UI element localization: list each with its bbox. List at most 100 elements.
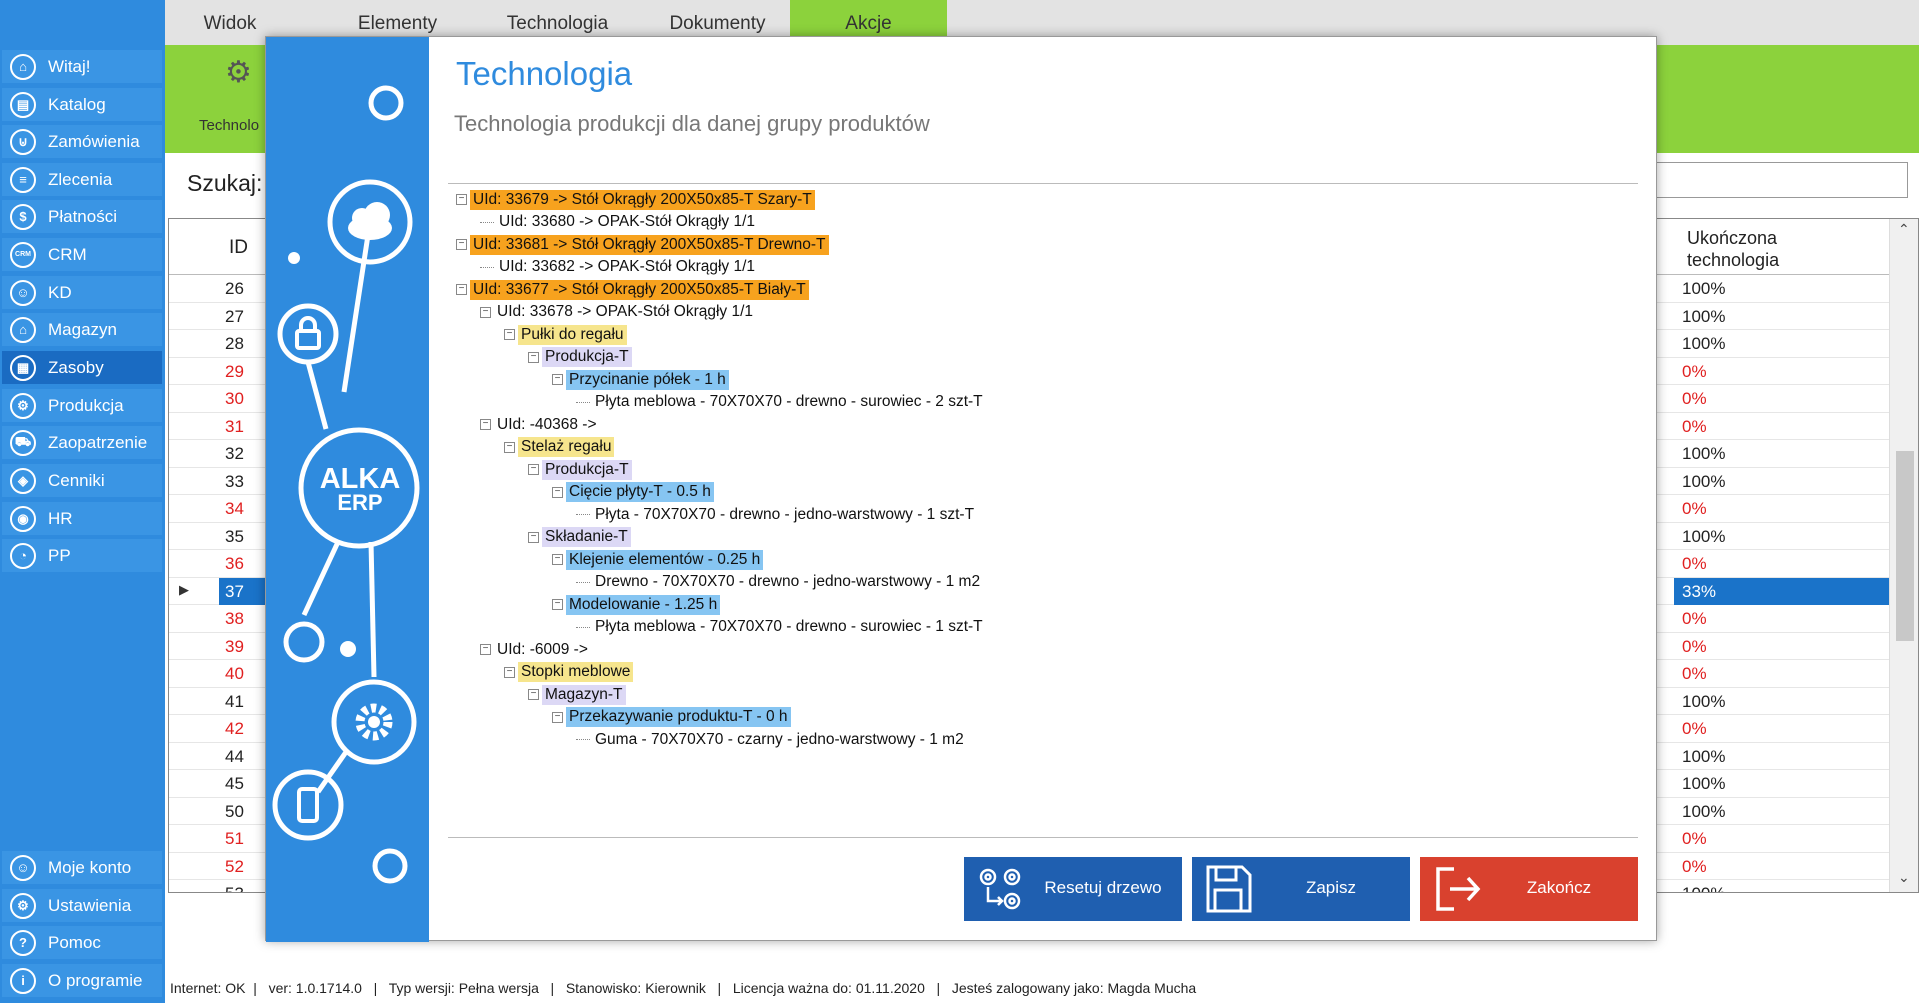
tree-node[interactable]: − Cięcie płyty-T - 0.5 h bbox=[552, 482, 714, 503]
scroll-down-icon[interactable]: ⌄ bbox=[1898, 869, 1910, 886]
grid-scrollbar[interactable]: ⌃ ⌄ bbox=[1889, 219, 1918, 892]
column-header-completed[interactable]: Ukończona technologia bbox=[1687, 227, 1847, 271]
sidebar-item-pomoc[interactable]: ? Pomoc bbox=[2, 926, 162, 959]
cell-id: 53 bbox=[225, 884, 244, 892]
list-icon: ≡ bbox=[10, 166, 36, 193]
collapse-icon[interactable]: − bbox=[528, 464, 539, 475]
tree-node[interactable]: − UId: 33681 -> Stół Okrągły 200X50x85-T … bbox=[456, 234, 829, 255]
reset-tree-button[interactable]: Resetuj drzewo bbox=[964, 857, 1182, 921]
tree-node[interactable]: − Modelowanie - 1.25 h bbox=[552, 594, 721, 615]
collapse-icon[interactable]: − bbox=[480, 644, 491, 655]
technology-tree[interactable]: − UId: 33679 -> Stół Okrągły 200X50x85-T … bbox=[456, 189, 1636, 829]
collapse-icon[interactable]: − bbox=[504, 666, 515, 678]
collapse-icon[interactable]: − bbox=[480, 306, 491, 318]
collapse-icon[interactable]: − bbox=[552, 374, 563, 385]
tree-node[interactable]: − Stelaż regału bbox=[504, 437, 615, 458]
collapse-icon[interactable]: − bbox=[528, 689, 539, 700]
sidebar-item-katalog[interactable]: ▤ Katalog bbox=[2, 88, 162, 121]
sidebar-item-witaj[interactable]: ⌂ Witaj! bbox=[2, 50, 162, 83]
sidebar-item-o-programie[interactable]: i O programie bbox=[2, 964, 162, 997]
close-button[interactable]: Zakończ bbox=[1420, 857, 1638, 921]
sidebar-item-zlecenia[interactable]: ≡ Zlecenia bbox=[2, 163, 162, 196]
tree-node[interactable]: − UId: -6009 -> bbox=[480, 639, 591, 660]
collapse-icon[interactable]: − bbox=[552, 599, 563, 610]
scroll-thumb[interactable] bbox=[1896, 451, 1914, 641]
tree-node[interactable]: − Produkcja-T bbox=[528, 459, 632, 480]
scroll-up-icon[interactable]: ⌃ bbox=[1898, 221, 1910, 238]
tree-node[interactable]: − Pułki do regału bbox=[504, 324, 627, 345]
tree-node-label: UId: -6009 -> bbox=[497, 640, 588, 658]
logo-text-alka: ALKA bbox=[319, 463, 401, 495]
tree-node[interactable]: − UId: 33678 -> OPAK-Stół Okrągły 1/1 bbox=[480, 302, 756, 323]
tree-node[interactable]: − Przycinanie półek - 1 h bbox=[552, 369, 729, 390]
chart-icon: ◔ bbox=[10, 542, 36, 569]
truck-icon: ⛟ bbox=[10, 429, 36, 456]
column-header-id[interactable]: ID bbox=[229, 237, 248, 259]
tree-node-label: Przekazywanie produktu-T - 0 h bbox=[566, 707, 791, 727]
cell-completed: 0% bbox=[1682, 829, 1707, 848]
save-button[interactable]: Zapisz bbox=[1192, 857, 1410, 921]
tree-node[interactable]: UId: 33682 -> OPAK-Stół Okrągły 1/1 bbox=[480, 257, 758, 278]
collapse-icon[interactable]: − bbox=[528, 531, 539, 543]
tree-node[interactable]: − Magazyn-T bbox=[528, 684, 626, 705]
tag-icon: ◈ bbox=[10, 467, 36, 494]
collapse-icon[interactable]: − bbox=[528, 351, 539, 363]
sidebar-item-ustawienia[interactable]: ⚙ Ustawienia bbox=[2, 889, 162, 922]
tree-node[interactable]: − UId: 33677 -> Stół Okrągły 200X50x85-T … bbox=[456, 279, 809, 300]
tree-node[interactable]: Drewno - 70X70X70 - drewno - jedno-warst… bbox=[576, 572, 983, 593]
collapse-icon[interactable]: − bbox=[480, 419, 491, 430]
tree-node[interactable]: Płyta meblowa - 70X70X70 - drewno - suro… bbox=[576, 392, 986, 413]
cell-completed: 0% bbox=[1682, 389, 1707, 408]
tree-node[interactable]: − UId: 33679 -> Stół Okrągły 200X50x85-T … bbox=[456, 189, 815, 210]
collapse-icon[interactable]: − bbox=[504, 441, 515, 453]
tree-node[interactable]: − Przekazywanie produktu-T - 0 h bbox=[552, 707, 791, 728]
sidebar-item-zasoby[interactable]: ▦ Zasoby bbox=[2, 351, 162, 384]
save-label: Zapisz bbox=[1305, 878, 1357, 897]
tree-connector bbox=[480, 221, 494, 223]
tree-node[interactable]: Płyta - 70X70X70 - drewno - jedno-warstw… bbox=[576, 504, 977, 525]
gears-icon[interactable]: ⚙ bbox=[225, 55, 252, 90]
cell-id: 33 bbox=[225, 471, 244, 491]
sidebar-item-moje-konto[interactable]: ☺ Moje konto bbox=[2, 851, 162, 884]
sidebar-item-label: Zlecenia bbox=[48, 169, 113, 189]
dollar-icon: $ bbox=[10, 203, 36, 230]
sidebar-item-crm[interactable]: CRM CRM bbox=[2, 238, 162, 271]
search-label: Szukaj: bbox=[187, 170, 263, 196]
sidebar-item-zamówienia[interactable]: ⊍ Zamówienia bbox=[2, 125, 162, 158]
tree-node[interactable]: − Stopki meblowe bbox=[504, 662, 634, 683]
cell-id: 51 bbox=[225, 829, 244, 848]
collapse-icon[interactable]: − bbox=[456, 194, 467, 205]
tree-node[interactable]: − Produkcja-T bbox=[528, 347, 632, 368]
search-input[interactable] bbox=[1630, 162, 1908, 198]
tree-node[interactable]: Guma - 70X70X70 - czarny - jedno-warstwo… bbox=[576, 729, 967, 750]
collapse-icon[interactable]: − bbox=[456, 239, 467, 250]
home-icon: ⌂ bbox=[10, 53, 36, 80]
sidebar-item-płatności[interactable]: $ Płatności bbox=[2, 200, 162, 233]
cell-completed: 100% bbox=[1682, 884, 1725, 892]
collapse-icon[interactable]: − bbox=[552, 554, 563, 565]
sidebar-item-kd[interactable]: ☺ KD bbox=[2, 276, 162, 309]
collapse-icon[interactable]: − bbox=[456, 284, 467, 295]
collapse-icon[interactable]: − bbox=[552, 711, 563, 723]
sidebar: ⌂ Witaj! ▤ Katalog ⊍ Zamówienia ≡ Zlecenia $ Płat… bbox=[0, 0, 165, 1003]
tree-node[interactable]: − UId: -40368 -> bbox=[480, 414, 600, 435]
sidebar-item-produkcja[interactable]: ⚙ Produkcja bbox=[2, 389, 162, 422]
tree-node[interactable]: − Składanie-T bbox=[528, 527, 631, 548]
tree-node[interactable]: UId: 33680 -> OPAK-Stół Okrągły 1/1 bbox=[480, 212, 758, 233]
sidebar-item-cenniki[interactable]: ◈ Cenniki bbox=[2, 464, 162, 497]
cell-completed: 0% bbox=[1682, 856, 1707, 876]
sidebar-item-pp[interactable]: ◔ PP bbox=[2, 539, 162, 572]
cell-completed: 100% bbox=[1682, 691, 1726, 711]
sidebar-item-hr[interactable]: ◉ HR bbox=[2, 502, 162, 535]
tree-connector bbox=[576, 626, 590, 628]
cell-completed: 100% bbox=[1682, 526, 1726, 546]
collapse-icon[interactable]: − bbox=[504, 329, 515, 340]
sidebar-item-zaopatrzenie[interactable]: ⛟ Zaopatrzenie bbox=[2, 426, 162, 459]
tree-node[interactable]: − Klejenie elementów - 0.25 h bbox=[552, 549, 764, 570]
dialog-decor-panel: ALKA ERP bbox=[266, 37, 429, 942]
ribbon-technologia-label[interactable]: Technolo bbox=[199, 117, 259, 134]
sidebar-item-magazyn[interactable]: ⌂ Magazyn bbox=[2, 313, 162, 346]
cell-id: 26 bbox=[225, 279, 244, 298]
tree-node[interactable]: Płyta meblowa - 70X70X70 - drewno - suro… bbox=[576, 617, 986, 638]
collapse-icon[interactable]: − bbox=[552, 486, 563, 498]
